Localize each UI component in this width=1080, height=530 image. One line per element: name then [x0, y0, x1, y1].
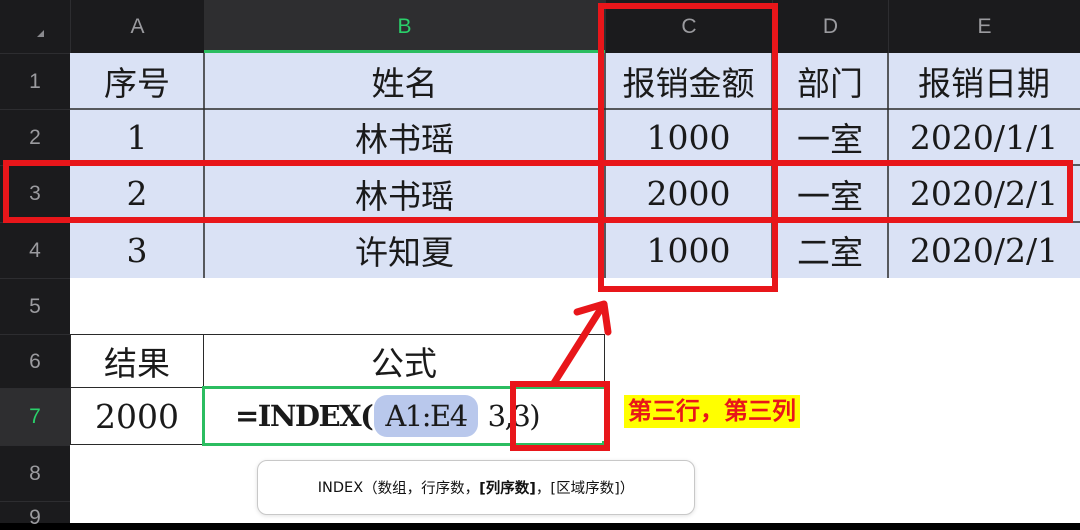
highlight-row-3-box [3, 160, 1073, 223]
formula-prefix: =INDEX( [235, 399, 374, 433]
cell-a7-result-value[interactable]: 2000 [70, 387, 204, 445]
tooltip-sep: ， [535, 481, 551, 497]
column-header-d[interactable]: D [772, 0, 888, 53]
row-header-8[interactable]: 8 [0, 445, 70, 501]
column-header-a[interactable]: A [70, 0, 204, 53]
annotation-label: 第三行，第三列 [624, 395, 800, 428]
row-header-2[interactable]: 2 [0, 109, 70, 165]
tooltip-open-paren: （ [363, 481, 378, 497]
tooltip-sep: ， [406, 481, 422, 497]
row-header-6[interactable]: 6 [0, 334, 70, 388]
tooltip-arg-area-num: [区域序数] [550, 481, 620, 497]
row-header-5[interactable]: 5 [0, 278, 70, 334]
tooltip-arg-col-num: [列序数] [479, 481, 536, 497]
tooltip-sep: ， [464, 481, 480, 497]
formula-range-reference[interactable]: A1:E4 [374, 395, 478, 437]
row-header-9[interactable]: 9 [0, 501, 70, 529]
select-all-triangle-icon [37, 30, 44, 37]
tooltip-close-paren: ） [619, 481, 635, 497]
column-header-b[interactable]: B [204, 0, 605, 53]
column-header-e[interactable]: E [888, 0, 1080, 53]
tooltip-arg-array: 数组 [377, 481, 407, 497]
cell-a6-result-label[interactable]: 结果 [70, 334, 204, 388]
arrow-icon [550, 300, 612, 387]
row-header-4[interactable]: 4 [0, 222, 70, 278]
select-all-corner[interactable] [0, 0, 70, 53]
tooltip-function-name: INDEX [317, 479, 364, 496]
tooltip-arg-row-num: 行序数 [421, 481, 465, 497]
highlight-column-c-box [598, 3, 778, 292]
function-hint-tooltip: INDEX （ 数组 ， 行序数 ， [列序数] ， [区域序数] ） [257, 460, 695, 515]
row-header-7[interactable]: 7 [0, 388, 70, 445]
row-header-1[interactable]: 1 [0, 53, 70, 109]
